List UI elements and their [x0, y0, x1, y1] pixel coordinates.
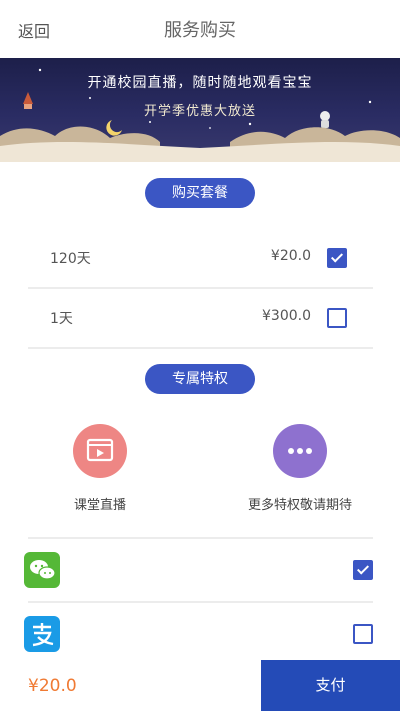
nav-bar: 返回 服务购买	[0, 0, 400, 58]
privilege-more: 更多特权敬请期待	[225, 424, 375, 513]
alipay-icon	[24, 616, 60, 652]
payment-checkbox[interactable]	[353, 560, 373, 580]
plan-name: 1天	[50, 311, 73, 327]
plan-checkbox[interactable]	[327, 248, 347, 268]
payment-checkbox[interactable]	[353, 624, 373, 644]
page-title: 服务购买	[164, 20, 236, 41]
more-icon	[273, 424, 327, 478]
banner-headline: 开通校园直播，随时随地观看宝宝	[87, 75, 313, 91]
payment-method-wechat[interactable]	[0, 539, 400, 599]
plan-name: 120天	[50, 251, 91, 267]
privileges-section-label: 专属特权	[145, 364, 255, 394]
plan-price: ¥300.0	[262, 308, 311, 324]
purchase-section-label: 购买套餐	[145, 178, 255, 208]
total-price: ¥20.0	[28, 676, 77, 696]
privilege-live-class[interactable]: 课堂直播	[25, 424, 175, 513]
payment-method-alipay[interactable]	[0, 603, 400, 663]
pay-button[interactable]: 支付	[261, 660, 400, 711]
privilege-label: 更多特权敬请期待	[247, 498, 352, 513]
plan-row-120-days[interactable]: 120天 ¥20.0	[28, 229, 373, 289]
wechat-pay-icon	[24, 552, 60, 588]
plan-row-1-day[interactable]: 1天 ¥300.0	[28, 289, 373, 349]
plan-checkbox[interactable]	[327, 308, 347, 328]
promo-banner: 开通校园直播，随时随地观看宝宝 开学季优惠大放送	[0, 58, 400, 162]
checkout-bar: ¥20.0 支付	[0, 660, 400, 711]
privilege-label: 课堂直播	[73, 498, 126, 513]
banner-subline: 开学季优惠大放送	[143, 104, 256, 119]
plan-price: ¥20.0	[270, 248, 311, 264]
video-icon	[73, 424, 127, 478]
